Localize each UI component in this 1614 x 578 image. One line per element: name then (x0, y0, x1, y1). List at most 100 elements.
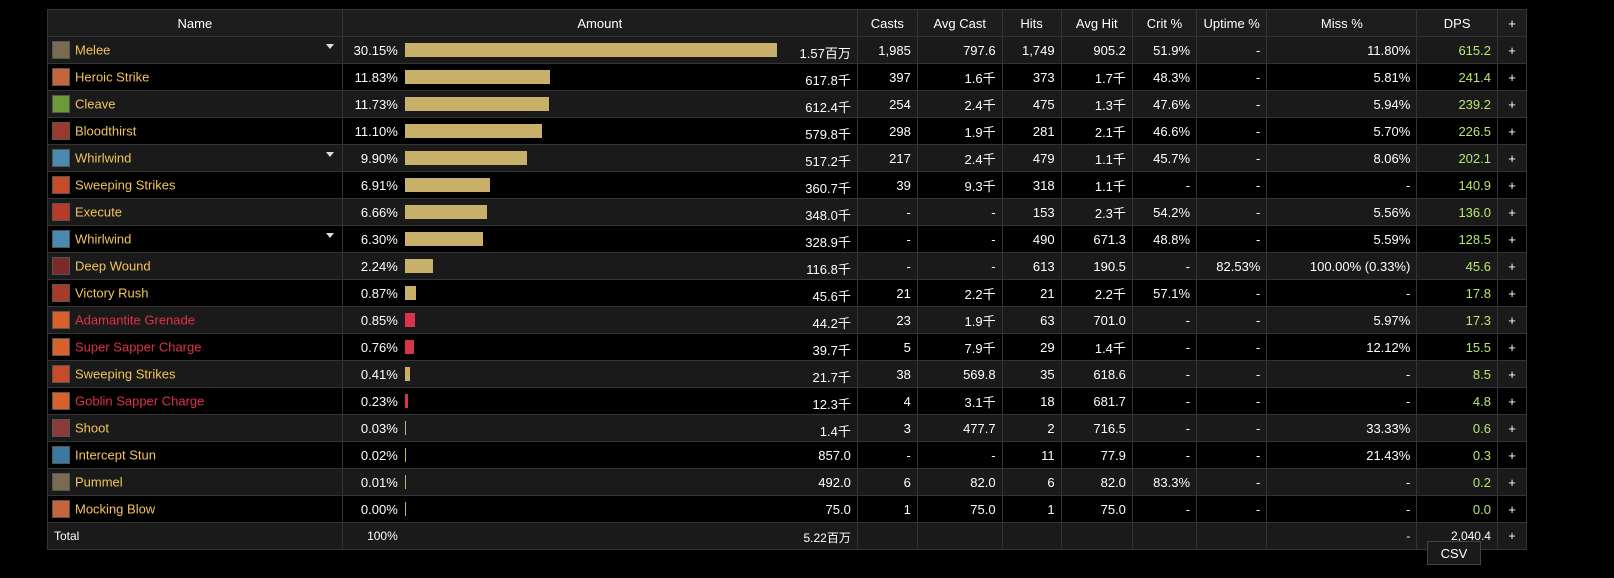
csv-export-button[interactable]: CSV (1427, 541, 1481, 565)
row-expand-button[interactable]: + (1496, 306, 1528, 334)
ability-name-cell[interactable]: Adamantite Grenade (47, 306, 343, 334)
row-expand-button[interactable]: + (1496, 63, 1528, 91)
uptime-value: - (1196, 36, 1268, 64)
ability-name[interactable]: Super Sapper Charge (75, 340, 201, 355)
ability-name[interactable]: Deep Wound (75, 259, 151, 274)
chevron-down-icon[interactable] (325, 233, 334, 238)
ability-name-cell[interactable]: Cleave (47, 90, 343, 118)
hits-value: 490 (1001, 225, 1062, 253)
table-row[interactable]: Bloodthirst 11.10% 579.8千 298 1.9千 281 2… (47, 117, 1528, 145)
table-row[interactable]: Goblin Sapper Charge 0.23% 12.3千 4 3.1千 … (47, 387, 1528, 415)
ability-name-cell[interactable]: Shoot (47, 414, 343, 442)
table-row[interactable]: Pummel 0.01% 492.0 6 82.0 6 82.0 83.3% -… (47, 468, 1528, 496)
table-row[interactable]: Heroic Strike 11.83% 617.8千 397 1.6千 373… (47, 63, 1528, 91)
ability-name[interactable]: Victory Rush (75, 286, 148, 301)
ability-name-cell[interactable]: Super Sapper Charge (47, 333, 343, 361)
col-header-miss[interactable]: Miss % (1266, 9, 1418, 37)
table-row[interactable]: Shoot 0.03% 1.4千 3 477.7 2 716.5 - - 33.… (47, 414, 1528, 442)
whirlwind-icon (52, 149, 70, 167)
row-expand-button[interactable]: + (1496, 252, 1528, 280)
row-expand-button[interactable]: + (1496, 360, 1528, 388)
ability-name[interactable]: Adamantite Grenade (75, 313, 195, 328)
table-row[interactable]: Execute 6.66% 348.0千 - - 153 2.3千 54.2% … (47, 198, 1528, 226)
ability-name-cell[interactable]: Intercept Stun (47, 441, 343, 469)
col-header-dps[interactable]: DPS (1416, 9, 1498, 37)
ability-name[interactable]: Heroic Strike (75, 70, 149, 85)
total-expand-button[interactable]: + (1496, 522, 1528, 550)
chevron-down-icon[interactable] (325, 44, 334, 49)
amount-percent: 0.85% (360, 313, 398, 328)
ability-name[interactable]: Melee (75, 43, 110, 58)
amount-cell: 2.24% 116.8千 (341, 252, 858, 280)
amount-value: 517.2千 (805, 154, 851, 169)
row-expand-button[interactable]: + (1496, 225, 1528, 253)
ability-name[interactable]: Sweeping Strikes (75, 367, 175, 382)
damage-table: Name Amount Casts Avg Cast Hits Avg Hit … (47, 9, 1528, 550)
table-row[interactable]: Deep Wound 2.24% 116.8千 - - 613 190.5 - … (47, 252, 1528, 280)
ability-name[interactable]: Execute (75, 205, 122, 220)
row-expand-button[interactable]: + (1496, 468, 1528, 496)
crit-value: 45.7% (1131, 144, 1198, 172)
row-expand-button[interactable]: + (1496, 117, 1528, 145)
avg-cast-value: 797.6 (916, 36, 1003, 64)
ability-name[interactable]: Whirlwind (75, 232, 131, 247)
col-header-avg-hit[interactable]: Avg Hit (1060, 9, 1133, 37)
row-expand-button[interactable]: + (1496, 198, 1528, 226)
col-header-uptime[interactable]: Uptime % (1196, 9, 1268, 37)
ability-name[interactable]: Goblin Sapper Charge (75, 394, 204, 409)
table-row[interactable]: Cleave 11.73% 612.4千 254 2.4千 475 1.3千 4… (47, 90, 1528, 118)
col-header-amount[interactable]: Amount (341, 9, 858, 37)
row-expand-button[interactable]: + (1496, 441, 1528, 469)
row-expand-button[interactable]: + (1496, 495, 1528, 523)
row-expand-button[interactable]: + (1496, 36, 1528, 64)
chevron-down-icon[interactable] (325, 152, 334, 157)
table-row[interactable]: Mocking Blow 0.00% 75.0 1 75.0 1 75.0 - … (47, 495, 1528, 523)
ability-name-cell[interactable]: Whirlwind (47, 144, 343, 172)
ability-name-cell[interactable]: Sweeping Strikes (47, 360, 343, 388)
ability-name-cell[interactable]: Deep Wound (47, 252, 343, 280)
ability-name-cell[interactable]: Bloodthirst (47, 117, 343, 145)
row-expand-button[interactable]: + (1496, 171, 1528, 199)
ability-name-cell[interactable]: Victory Rush (47, 279, 343, 307)
casts-value: 23 (856, 306, 918, 334)
ability-name-cell[interactable]: Mocking Blow (47, 495, 343, 523)
ability-name[interactable]: Mocking Blow (75, 502, 155, 517)
row-expand-button[interactable]: + (1496, 387, 1528, 415)
table-row[interactable]: Whirlwind 6.30% 328.9千 - - 490 671.3 48.… (47, 225, 1528, 253)
add-column-button[interactable]: + (1496, 9, 1528, 37)
ability-name-cell[interactable]: Goblin Sapper Charge (47, 387, 343, 415)
ability-name[interactable]: Whirlwind (75, 151, 131, 166)
col-header-avg-cast[interactable]: Avg Cast (916, 9, 1003, 37)
ability-name[interactable]: Shoot (75, 421, 109, 436)
row-expand-button[interactable]: + (1496, 90, 1528, 118)
col-header-crit[interactable]: Crit % (1131, 9, 1198, 37)
row-expand-button[interactable]: + (1496, 144, 1528, 172)
table-row[interactable]: Sweeping Strikes 0.41% 21.7千 38 569.8 35… (47, 360, 1528, 388)
table-row[interactable]: Intercept Stun 0.02% 857.0 - - 11 77.9 -… (47, 441, 1528, 469)
row-expand-button[interactable]: + (1496, 333, 1528, 361)
ability-name[interactable]: Bloodthirst (75, 124, 136, 139)
ability-name-cell[interactable]: Sweeping Strikes (47, 171, 343, 199)
col-header-name[interactable]: Name (47, 9, 343, 37)
ability-name[interactable]: Pummel (75, 475, 123, 490)
table-row[interactable]: Whirlwind 9.90% 517.2千 217 2.4千 479 1.1千… (47, 144, 1528, 172)
ability-name[interactable]: Intercept Stun (75, 448, 156, 463)
col-header-hits[interactable]: Hits (1001, 9, 1062, 37)
ability-name-cell[interactable]: Melee (47, 36, 343, 64)
ability-name-cell[interactable]: Execute (47, 198, 343, 226)
ability-name-cell[interactable]: Whirlwind (47, 225, 343, 253)
table-row[interactable]: Adamantite Grenade 0.85% 44.2千 23 1.9千 6… (47, 306, 1528, 334)
amount-bar (404, 340, 414, 354)
col-header-casts[interactable]: Casts (856, 9, 918, 37)
ability-name-cell[interactable]: Heroic Strike (47, 63, 343, 91)
dps-value: 0.0 (1416, 495, 1498, 523)
ability-name[interactable]: Sweeping Strikes (75, 178, 175, 193)
row-expand-button[interactable]: + (1496, 279, 1528, 307)
ability-name[interactable]: Cleave (75, 97, 115, 112)
table-row[interactable]: Melee 30.15% 1.57百万 1,985 797.6 1,749 90… (47, 36, 1528, 64)
ability-name-cell[interactable]: Pummel (47, 468, 343, 496)
table-row[interactable]: Victory Rush 0.87% 45.6千 21 2.2千 21 2.2千… (47, 279, 1528, 307)
table-row[interactable]: Super Sapper Charge 0.76% 39.7千 5 7.9千 2… (47, 333, 1528, 361)
row-expand-button[interactable]: + (1496, 414, 1528, 442)
table-row[interactable]: Sweeping Strikes 6.91% 360.7千 39 9.3千 31… (47, 171, 1528, 199)
